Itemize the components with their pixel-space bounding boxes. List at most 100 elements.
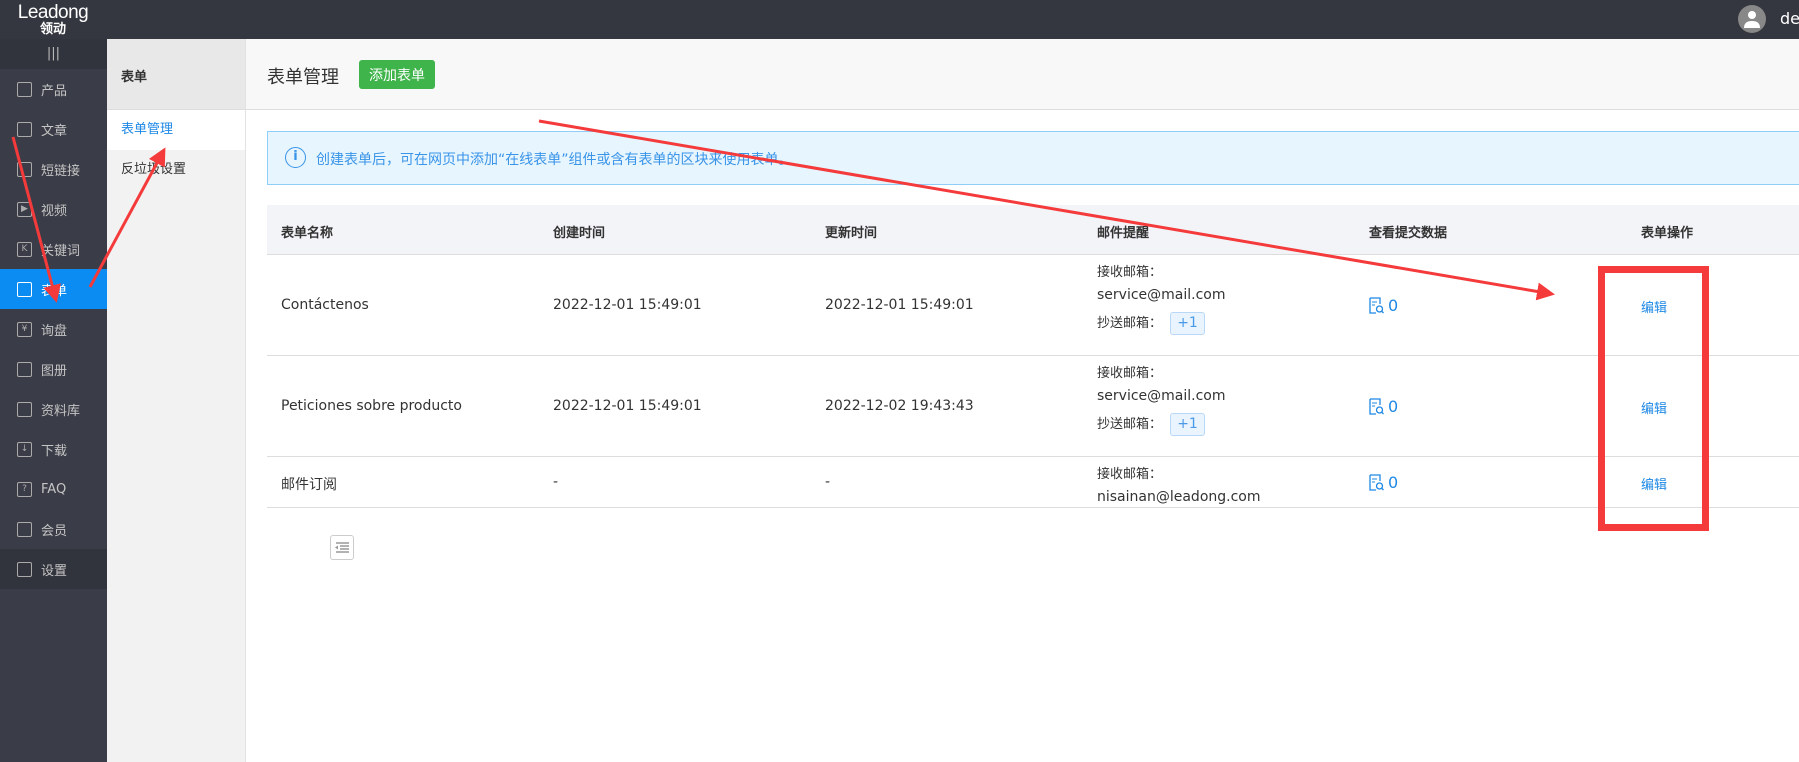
sidebar-item-1[interactable]: 文章	[0, 109, 107, 149]
col-submissions: 查看提交数据	[1369, 226, 1448, 241]
collapse-panel-button[interactable]	[330, 535, 354, 560]
email-settings: 接收邮箱： service@mail.com 抄送邮箱： +1	[1097, 362, 1226, 436]
submissions-link[interactable]: 0	[1369, 296, 1398, 315]
download-icon: ↓	[17, 441, 32, 457]
menu-toggle[interactable]: |||	[0, 39, 107, 69]
subnav-item-form-manage[interactable]: 表单管理	[107, 110, 245, 150]
link-icon	[17, 161, 32, 177]
avatar[interactable]	[1738, 5, 1766, 33]
sidebar-item-label: 资料库	[41, 403, 81, 419]
sidebar-item-10[interactable]: ? FAQ	[0, 469, 107, 509]
created-time: 2022-12-01 15:49:01	[553, 296, 702, 313]
sidebar-item-0[interactable]: 产品	[0, 69, 107, 109]
table-header: 表单名称 创建时间 更新时间 邮件提醒 查看提交数据 表单操作	[267, 205, 1799, 255]
col-actions: 表单操作	[1641, 226, 1694, 241]
updated-time: 2022-12-01 15:49:01	[825, 296, 974, 313]
sidebar-item-4[interactable]: K 关键词	[0, 229, 107, 269]
edit-link[interactable]: 编辑	[1641, 474, 1667, 493]
col-name: 表单名称	[281, 226, 334, 241]
sidebar-item-9[interactable]: ↓ 下载	[0, 429, 107, 469]
sidebar-item-12[interactable]: 设置	[0, 549, 107, 589]
document-icon	[17, 121, 32, 137]
crown-icon	[17, 521, 32, 537]
sub-nav: 表单 表单管理 反垃圾设置	[107, 39, 354, 762]
logo-text-cn: 领动	[39, 22, 66, 37]
cc-more-badge[interactable]: +1	[1170, 413, 1206, 436]
submission-count: 0	[1388, 396, 1399, 416]
info-alert: i 创建表单后，可在网页中添加“在线表单”组件或含有表单的区块来使用表单。	[267, 131, 1799, 185]
col-email: 邮件提醒	[1097, 226, 1150, 241]
sidebar-item-label: 会员	[41, 523, 68, 539]
sidebar-item-label: 下载	[41, 443, 68, 459]
user-icon	[1744, 11, 1760, 28]
sidebar-item-label: 视频	[41, 203, 68, 219]
form-name: 邮件订阅	[281, 476, 337, 493]
col-updated: 更新时间	[825, 226, 878, 241]
sidebar-item-label: 询盘	[41, 323, 68, 339]
sidebar-item-11[interactable]: 会员	[0, 509, 107, 549]
submissions-link[interactable]: 0	[1369, 397, 1398, 416]
alert-text: 创建表单后，可在网页中添加“在线表单”组件或含有表单的区块来使用表单。	[316, 152, 793, 168]
recv-email: nisainan@leadong.com	[1097, 489, 1261, 505]
sidebar-item-label: 图册	[41, 363, 68, 379]
recv-label: 接收邮箱：	[1097, 265, 1163, 280]
sidebar-item-label: 短链接	[41, 163, 81, 179]
sidebar: ||| 产品 文章 短链接 ▶ 视频 K 关键词 表单 ¥ 询盘 图册 资料库 ↓ 下载? FAQ 会员 设置	[0, 39, 107, 762]
sidebar-item-label: 设置	[41, 563, 68, 579]
play-icon: ▶	[17, 201, 32, 217]
logo[interactable]: Leadong 领动	[14, 3, 92, 37]
updated-time: 2022-12-02 19:43:43	[825, 397, 974, 414]
clipboard-icon	[17, 281, 32, 297]
sidebar-item-label: 关键词	[41, 243, 81, 259]
recv-label: 接收邮箱：	[1097, 467, 1163, 482]
email-settings: 接收邮箱： service@mail.com 抄送邮箱： +1	[1097, 261, 1226, 335]
form-name: Peticiones sobre producto	[281, 397, 462, 414]
sidebar-item-5[interactable]: 表单	[0, 269, 107, 309]
yen-chat-icon: ¥	[17, 321, 32, 337]
subnav-item-antispam[interactable]: 反垃圾设置	[107, 150, 245, 190]
sidebar-item-8[interactable]: 资料库	[0, 389, 107, 429]
col-created: 创建时间	[553, 226, 606, 241]
info-icon: i	[285, 147, 306, 168]
submission-count: 0	[1388, 295, 1399, 315]
updated-time: -	[825, 473, 831, 490]
table-row: Peticiones sobre producto 2022-12-01 15:…	[267, 356, 1799, 457]
k-icon: K	[17, 241, 32, 257]
cc-label: 抄送邮箱：	[1097, 316, 1163, 331]
top-bar: Leadong 领动 de	[0, 0, 1799, 39]
table-row: 邮件订阅 - - 接收邮箱： nisainan@leadong.com 0 编辑	[267, 457, 1799, 508]
page-title: 表单管理	[267, 67, 339, 88]
sidebar-item-7[interactable]: 图册	[0, 349, 107, 389]
sidebar-item-label: 产品	[41, 83, 68, 99]
sidebar-item-3[interactable]: ▶ 视频	[0, 189, 107, 229]
recv-label: 接收邮箱：	[1097, 366, 1163, 381]
sub-nav-title: 表单	[107, 39, 245, 110]
cc-more-badge[interactable]: +1	[1170, 312, 1206, 335]
edit-link[interactable]: 编辑	[1641, 297, 1667, 316]
sidebar-item-label: 表单	[41, 283, 68, 299]
library-icon	[17, 401, 32, 417]
cc-label: 抄送邮箱：	[1097, 417, 1163, 432]
add-form-button[interactable]: 添加表单	[359, 60, 435, 89]
outdent-icon	[335, 542, 349, 553]
email-settings: 接收邮箱： nisainan@leadong.com	[1097, 463, 1261, 509]
sidebar-item-label: FAQ	[41, 481, 67, 497]
form-name: Contáctenos	[281, 296, 369, 313]
page-header: 表单管理 添加表单	[246, 39, 1799, 110]
document-search-icon	[1369, 473, 1384, 491]
grid-icon	[17, 81, 32, 97]
logo-text: Leadong	[17, 2, 89, 23]
table-row: Contáctenos 2022-12-01 15:49:01 2022-12-…	[267, 255, 1799, 356]
edit-link[interactable]: 编辑	[1641, 398, 1667, 417]
sidebar-item-6[interactable]: ¥ 询盘	[0, 309, 107, 349]
recv-email: service@mail.com	[1097, 388, 1226, 404]
submission-count: 0	[1388, 472, 1399, 492]
question-icon: ?	[17, 481, 32, 497]
username[interactable]: de	[1780, 9, 1799, 28]
gear-icon	[17, 561, 32, 577]
sidebar-item-2[interactable]: 短链接	[0, 149, 107, 189]
document-search-icon	[1369, 397, 1384, 415]
submissions-link[interactable]: 0	[1369, 473, 1398, 492]
created-time: -	[553, 473, 559, 490]
document-search-icon	[1369, 296, 1384, 314]
